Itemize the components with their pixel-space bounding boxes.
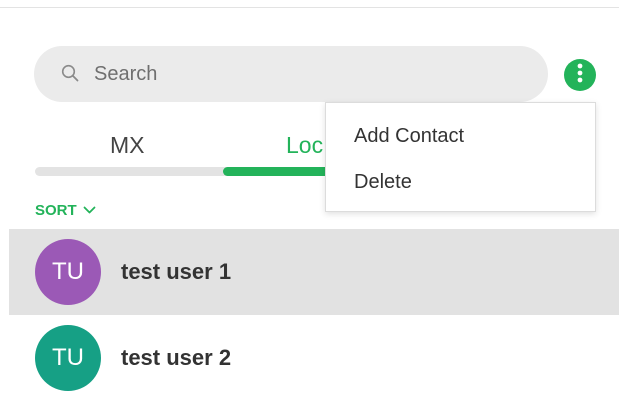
more-options-button[interactable] <box>564 59 596 91</box>
sort-toggle[interactable]: SORT <box>35 202 96 219</box>
contact-row[interactable]: TU test user 2 <box>9 315 619 401</box>
search-icon <box>61 64 79 82</box>
contact-name: test user 2 <box>121 345 232 370</box>
avatar: TU <box>35 239 101 305</box>
tab-active-indicator <box>223 167 333 176</box>
menu-item-delete[interactable]: Delete <box>354 171 412 194</box>
vertical-dots-icon <box>577 63 583 88</box>
search-input[interactable] <box>94 60 514 88</box>
avatar-initials: TU <box>52 258 84 285</box>
tab-mx[interactable]: MX <box>110 132 145 159</box>
top-divider <box>0 7 619 8</box>
contact-row[interactable]: TU test user 1 <box>9 229 619 315</box>
avatar-initials: TU <box>52 344 84 371</box>
sort-label: SORT <box>35 202 77 219</box>
context-menu: Add Contact Delete <box>325 102 596 212</box>
avatar: TU <box>35 325 101 391</box>
contact-name: test user 1 <box>121 259 232 284</box>
chevron-down-icon <box>77 202 96 219</box>
search-bar[interactable] <box>34 46 548 102</box>
tab-local[interactable]: Loc <box>286 132 323 159</box>
menu-item-add-contact[interactable]: Add Contact <box>354 125 464 148</box>
